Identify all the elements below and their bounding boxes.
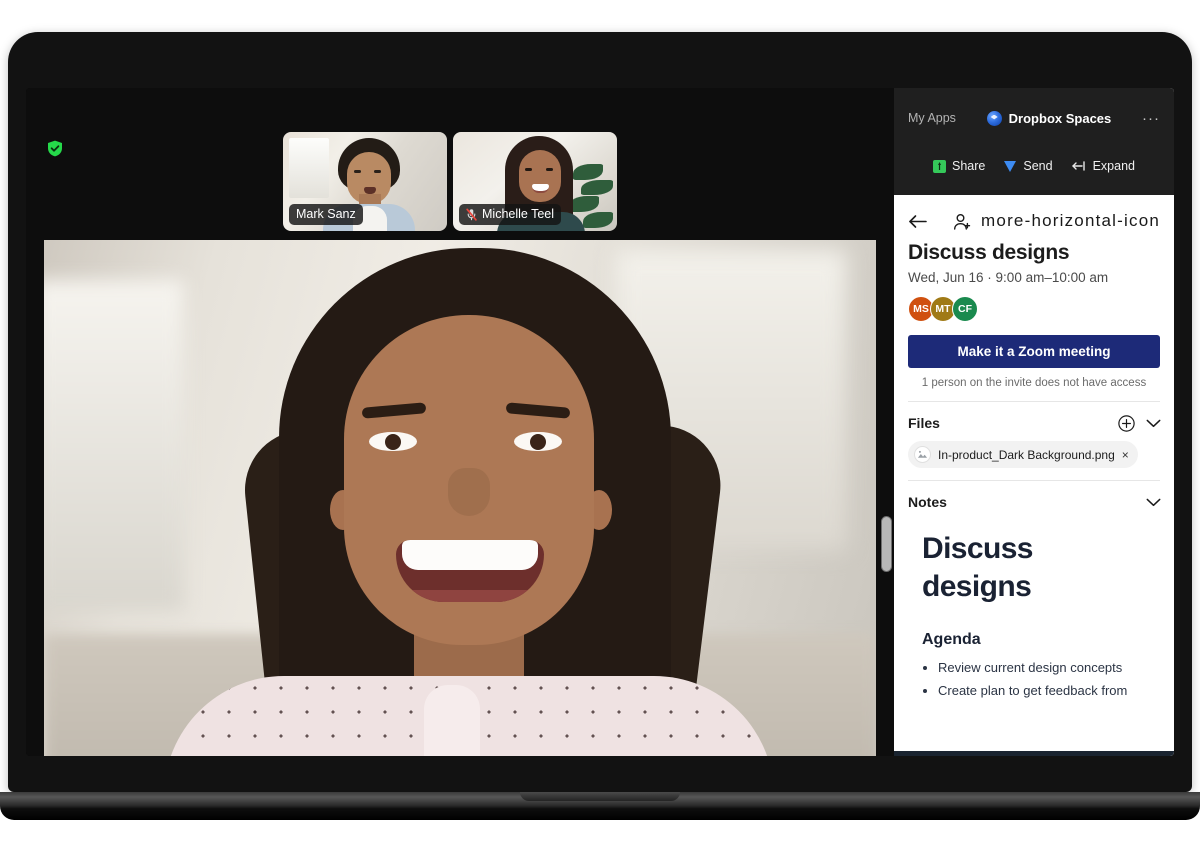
laptop-screen-bezel: Mark Sanz Michelle Teel My Apps Dropbox … xyxy=(26,88,1174,756)
pane-resize-handle[interactable] xyxy=(881,516,892,572)
doc-agenda-heading: Agenda xyxy=(922,631,981,649)
expand-button[interactable]: Expand xyxy=(1071,159,1135,173)
app-row: My Apps Dropbox Spaces ··· xyxy=(894,88,1174,148)
share-label: Share xyxy=(952,159,986,173)
panel-topbar: My Apps Dropbox Spaces ··· Share Send Ex… xyxy=(894,88,1174,195)
app-overflow-menu-icon[interactable]: ··· xyxy=(1142,110,1160,127)
my-apps-link[interactable]: My Apps xyxy=(908,111,956,125)
participant-thumbnail[interactable]: Mark Sanz xyxy=(283,132,447,231)
notes-section-header: Notes xyxy=(894,481,1174,520)
app-identity: Dropbox Spaces xyxy=(956,110,1142,126)
app-title: Dropbox Spaces xyxy=(1008,110,1112,126)
send-button[interactable]: Send xyxy=(1003,159,1053,173)
send-plane-icon xyxy=(1003,160,1017,173)
file-name: In-product_Dark Background.png xyxy=(938,447,1115,462)
access-warning-text: 1 person on the invite does not have acc… xyxy=(921,377,1147,389)
list-item: Review current design concepts xyxy=(938,657,1160,680)
share-upload-icon xyxy=(933,159,947,173)
notes-document[interactable]: Discuss designs Agenda Review current de… xyxy=(894,520,1174,703)
meeting-time: Wed, Jun 16 · 9:00 am–10:00 am xyxy=(908,270,1109,285)
panel-body: more-horizontal-icon Discuss designs Wed… xyxy=(894,195,1174,756)
files-section-header: Files xyxy=(894,402,1174,441)
active-speaker-video[interactable] xyxy=(44,240,876,756)
files-title: Files xyxy=(908,415,940,431)
expand-arrow-icon xyxy=(1071,160,1087,172)
editor-toolbar: 12 xyxy=(894,751,1174,756)
panel-action-row: Share Send Expand xyxy=(894,148,1174,184)
page-title: Discuss designs xyxy=(908,241,1070,264)
more-horizontal-icon[interactable]: more-horizontal-icon xyxy=(981,212,1160,229)
file-chip[interactable]: In-product_Dark Background.png × xyxy=(908,441,1138,468)
participant-name-badge: Mark Sanz xyxy=(289,204,363,225)
screen-content: Mark Sanz Michelle Teel My Apps Dropbox … xyxy=(26,88,1174,756)
list-item: Create plan to get feedback from xyxy=(938,680,1160,703)
panel-header-row: more-horizontal-icon xyxy=(894,195,1174,233)
notes-title: Notes xyxy=(908,494,947,510)
back-arrow-icon[interactable] xyxy=(908,214,927,229)
participant-name: Mark Sanz xyxy=(296,207,356,221)
avatar[interactable]: CF xyxy=(952,296,978,322)
participant-name: Michelle Teel xyxy=(482,207,555,221)
doc-agenda-list: Review current design concepts Create pl… xyxy=(938,657,1160,703)
image-file-icon xyxy=(914,446,931,463)
plus-circle-icon[interactable] xyxy=(1118,415,1135,432)
chevron-down-icon[interactable] xyxy=(1146,419,1161,428)
shield-check-icon xyxy=(47,140,63,157)
laptop-device-frame: Mark Sanz Michelle Teel My Apps Dropbox … xyxy=(8,32,1192,792)
chevron-down-icon[interactable] xyxy=(1146,498,1161,507)
remove-file-icon[interactable]: × xyxy=(1122,448,1129,462)
make-zoom-meeting-button[interactable]: Make it a Zoom meeting xyxy=(908,335,1160,368)
participant-name-badge: Michelle Teel xyxy=(459,204,562,225)
attendee-avatars: MS MT CF xyxy=(894,285,1174,322)
participant-thumbnail[interactable]: Michelle Teel xyxy=(453,132,617,231)
mic-muted-icon xyxy=(466,208,477,221)
participant-filmstrip: Mark Sanz Michelle Teel xyxy=(283,132,617,231)
video-conference-area: Mark Sanz Michelle Teel xyxy=(26,88,894,756)
share-button[interactable]: Share xyxy=(933,159,985,173)
person-add-icon[interactable] xyxy=(953,213,971,230)
send-label: Send xyxy=(1023,159,1053,173)
laptop-base-notch xyxy=(520,792,680,801)
dropbox-spaces-panel: My Apps Dropbox Spaces ··· Share Send Ex… xyxy=(894,88,1174,756)
dropbox-spaces-logo-icon xyxy=(986,110,1002,126)
expand-label: Expand xyxy=(1092,159,1135,173)
doc-title: Discuss designs xyxy=(922,532,1033,604)
